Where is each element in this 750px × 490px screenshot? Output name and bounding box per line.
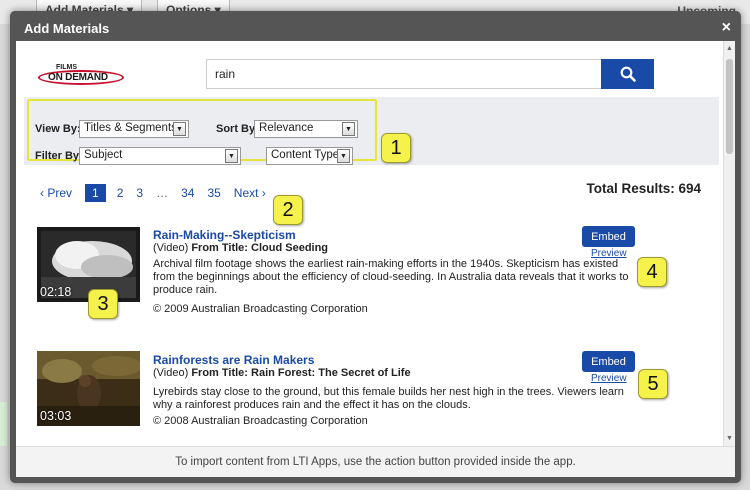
background-panel-edge bbox=[0, 402, 7, 446]
view-by-value: Titles & Segments bbox=[84, 122, 177, 134]
page-link-1[interactable]: 1 bbox=[85, 184, 106, 202]
video-duration: 03:03 bbox=[40, 409, 72, 423]
result-copyright: © 2008 Australian Broadcasting Corporati… bbox=[153, 415, 368, 427]
sort-by-select[interactable]: Relevance ▼ bbox=[254, 120, 358, 138]
result-from-label: From Title: bbox=[191, 242, 248, 254]
result-from-title: Cloud Seeding bbox=[251, 242, 329, 254]
search-button[interactable] bbox=[601, 59, 654, 89]
prev-page-link[interactable]: ‹ Prev bbox=[40, 186, 72, 200]
scrollbar-thumb[interactable] bbox=[726, 59, 733, 154]
embed-button[interactable]: Embed bbox=[582, 351, 635, 372]
view-by-select[interactable]: Titles & Segments ▼ bbox=[79, 120, 189, 138]
filter-by-select[interactable]: Subject ▼ bbox=[79, 147, 241, 165]
dialog-footer: To import content from LTI Apps, use the… bbox=[16, 446, 735, 477]
chevron-down-icon: ▼ bbox=[225, 149, 238, 163]
scroll-down-icon[interactable]: ▼ bbox=[724, 433, 735, 444]
dialog-title: Add Materials bbox=[24, 20, 110, 36]
callout-badge-5: 5 bbox=[638, 369, 668, 399]
video-duration: 02:18 bbox=[40, 285, 72, 299]
result-meta: (Video) From Title: Rain Forest: The Sec… bbox=[153, 367, 411, 379]
results-scrollbar[interactable]: ▲ ▼ bbox=[723, 41, 735, 446]
callout-badge-4: 4 bbox=[637, 257, 667, 287]
chevron-down-icon: ▼ bbox=[173, 122, 186, 136]
chevron-down-icon: ▼ bbox=[337, 149, 350, 163]
filter-by-label: Filter By: bbox=[35, 150, 83, 162]
page-link-35[interactable]: 35 bbox=[207, 186, 220, 200]
embed-button[interactable]: Embed bbox=[582, 226, 635, 247]
result-copyright: © 2009 Australian Broadcasting Corporati… bbox=[153, 303, 368, 315]
result-from-label: From Title: bbox=[191, 367, 248, 379]
result-from-title: Rain Forest: The Secret of Life bbox=[251, 367, 411, 379]
search-icon bbox=[620, 66, 636, 82]
add-materials-dialog: Add Materials × FILMS ON DEMAND View By:… bbox=[10, 11, 741, 483]
callout-badge-2: 2 bbox=[273, 195, 303, 225]
result-type: (Video) bbox=[153, 242, 189, 254]
chevron-down-icon: ▼ bbox=[342, 122, 355, 136]
dialog-body: FILMS ON DEMAND View By: Titles & Segmen… bbox=[16, 41, 735, 446]
page-link-3[interactable]: 3 bbox=[136, 186, 143, 200]
result-title-link[interactable]: Rain-Making--Skepticism bbox=[153, 228, 296, 242]
sort-by-label: Sort By: bbox=[216, 123, 259, 135]
pagination: ‹ Prev 1 2 3 … 34 35 Next › bbox=[40, 183, 279, 203]
result-title-link[interactable]: Rainforests are Rain Makers bbox=[153, 353, 314, 367]
filter-by-value: Subject bbox=[84, 149, 123, 161]
result-meta: (Video) From Title: Cloud Seeding bbox=[153, 242, 328, 254]
next-page-link[interactable]: Next › bbox=[234, 186, 266, 200]
preview-link[interactable]: Preview bbox=[591, 373, 627, 384]
result-description: Lyrebirds stay close to the ground, but … bbox=[153, 386, 624, 411]
pagination-ellipsis: … bbox=[156, 186, 169, 200]
callout-badge-1: 1 bbox=[381, 133, 411, 163]
preview-link[interactable]: Preview bbox=[591, 248, 627, 259]
scroll-up-icon[interactable]: ▲ bbox=[724, 43, 735, 54]
result-type: (Video) bbox=[153, 367, 189, 379]
content-type-select[interactable]: Content Type ▼ bbox=[266, 147, 353, 165]
view-by-label: View By: bbox=[35, 123, 81, 135]
page-link-2[interactable]: 2 bbox=[117, 186, 124, 200]
page-link-34[interactable]: 34 bbox=[181, 186, 194, 200]
search-input[interactable] bbox=[206, 59, 602, 89]
logo-text-top: FILMS bbox=[56, 64, 77, 71]
logo-text-main: ON DEMAND bbox=[48, 72, 108, 83]
callout-badge-3: 3 bbox=[88, 289, 118, 319]
dialog-header: Add Materials × bbox=[16, 15, 735, 41]
close-icon[interactable]: × bbox=[722, 20, 731, 36]
total-results: Total Results: 694 bbox=[586, 181, 701, 196]
result-description: Archival film footage shows the earliest… bbox=[153, 258, 629, 296]
films-on-demand-logo: FILMS ON DEMAND bbox=[38, 64, 124, 87]
result-thumbnail[interactable]: 03:03 bbox=[37, 351, 140, 426]
content-type-value: Content Type bbox=[271, 149, 340, 161]
footer-note: To import content from LTI Apps, use the… bbox=[175, 456, 576, 468]
sort-by-value: Relevance bbox=[259, 122, 314, 134]
